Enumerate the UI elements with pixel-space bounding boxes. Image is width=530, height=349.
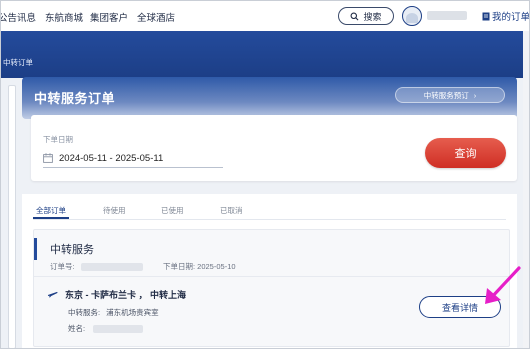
order-date: 下单日期: 2025-05-10 (163, 262, 236, 271)
service-label: 中转服务: (68, 308, 101, 317)
page-title: 中转服务订单 (34, 91, 116, 106)
order-number-redacted (80, 262, 143, 271)
tab-all-orders[interactable]: 全部订单 (36, 205, 66, 216)
book-transfer-button[interactable]: 中转服务预订 › (395, 87, 505, 103)
nav-announcements[interactable]: 公告讯息 (1, 10, 36, 24)
page-frame: 公告讯息 东航商城 集团客户 全球酒店 搜索 我的订单 中转订单 中转服务订单 … (0, 0, 530, 349)
service-value: 浦东机场贵宾室 (106, 308, 159, 317)
breadcrumb[interactable]: 中转订单 (3, 57, 33, 68)
airplane-icon (47, 291, 58, 298)
search-label: 搜索 (363, 11, 382, 22)
route-text: 东京 - 卡萨布兰卡 ， 中转上海 (65, 290, 186, 300)
username-redacted (427, 11, 467, 20)
tab-divider (33, 219, 506, 220)
vertical-scrollbar[interactable] (523, 31, 529, 348)
top-navigation: 公告讯息 东航商城 集团客户 全球酒店 搜索 我的订单 (1, 1, 530, 31)
flight-route: 东京 - 卡萨布兰卡 ， 中转上海 (47, 288, 186, 301)
nav-mall[interactable]: 东航商城 (45, 10, 83, 24)
my-orders-label: 我的订单 (492, 12, 530, 23)
order-title: 中转服务 (50, 244, 94, 256)
name-label: 姓名: (68, 324, 86, 333)
filter-panel: 下单日期 2024-05-11 - 2025-05-11 查询 (31, 115, 517, 181)
avatar[interactable] (402, 6, 422, 26)
name-redacted (93, 324, 144, 333)
date-range-field[interactable]: 2024-05-11 - 2025-05-11 (43, 149, 223, 168)
order-accent-bar (34, 238, 37, 260)
order-number: 订单号: (50, 261, 143, 272)
date-label: 下单日期 (43, 135, 73, 144)
order-card: 中转服务 订单号: 下单日期: 2025-05-10 东京 - 卡萨布兰卡 ， … (33, 229, 510, 347)
orders-panel: 全部订单 待使用 已使用 已取消 中转服务 订单号: 下单日期: 2025-05… (22, 194, 517, 348)
tab-cancelled[interactable]: 已取消 (220, 205, 243, 216)
service-row: 中转服务: 浦东机场贵宾室 (68, 307, 159, 318)
query-button[interactable]: 查询 (425, 138, 506, 168)
page-header-card: 中转服务订单 中转服务预订 › (22, 77, 517, 119)
order-divider (34, 276, 509, 277)
left-scroll-rail[interactable] (8, 85, 16, 348)
book-transfer-label: 中转服务预订 (423, 90, 469, 100)
banner (1, 31, 529, 78)
order-number-label: 订单号: (50, 262, 75, 271)
tab-used[interactable]: 已使用 (161, 205, 184, 216)
chevron-right-icon: › (473, 90, 477, 100)
date-range-value: 2024-05-11 - 2025-05-11 (59, 152, 164, 164)
tab-pending[interactable]: 待使用 (103, 205, 126, 216)
passenger-name-row: 姓名: (68, 323, 144, 334)
annotation-arrow-icon (485, 266, 521, 304)
my-orders-link[interactable]: 我的订单 (482, 9, 530, 23)
document-icon (482, 12, 490, 20)
search-button[interactable]: 搜索 (338, 7, 394, 25)
nav-group-clients[interactable]: 集团客户 (90, 10, 128, 24)
search-icon (351, 12, 359, 20)
nav-hotels[interactable]: 全球酒店 (137, 10, 175, 24)
calendar-icon (43, 153, 53, 163)
